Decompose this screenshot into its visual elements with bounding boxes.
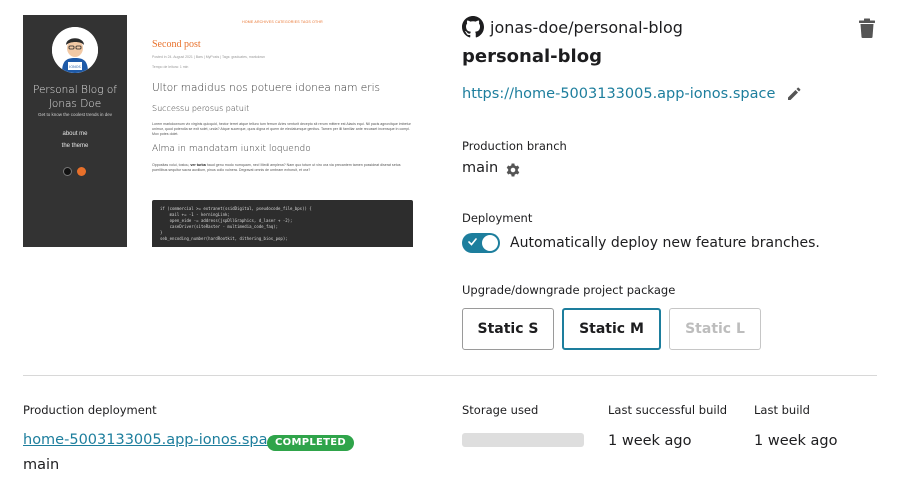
last-successful-build-value: 1 week ago <box>608 433 692 449</box>
site-preview-thumbnail[interactable]: IONOS Personal Blog of Jonas Doe Get to … <box>23 15 438 247</box>
preview-post-content: Second post Posted in 24. August 2021 | … <box>152 39 414 173</box>
preview-top-nav: HOME ARCHIVES CATEGORIES TAGS OTHR <box>242 20 323 24</box>
gear-icon[interactable] <box>505 162 521 178</box>
production-deployment-branch: main <box>23 457 60 473</box>
preview-heading-2: Successu perosus patuit <box>152 104 250 113</box>
preview-social-icons <box>63 167 86 176</box>
project-url-row: https://home-5003133005.app-ionos.space <box>462 86 802 102</box>
preview-paragraph-1: Lorem markdownum vix virginis quicquid, … <box>152 122 411 136</box>
repository-link[interactable]: jonas-doe/personal-blog <box>462 15 683 39</box>
preview-avatar: IONOS <box>52 27 98 73</box>
toggle-knob <box>482 235 498 251</box>
pencil-icon[interactable] <box>786 86 802 102</box>
production-branch-label: Production branch <box>462 139 567 153</box>
status-badge: COMPLETED <box>267 435 354 451</box>
preview-post-title: Second post <box>152 39 201 50</box>
preview-paragraph-2: Oppositas volui, tostou, ver turba haud … <box>152 163 401 172</box>
preview-nav-theme: the theme <box>61 143 89 149</box>
project-title: personal-blog <box>462 46 602 67</box>
preview-sidebar: IONOS Personal Blog of Jonas Doe Get to … <box>23 15 127 247</box>
deployment-label: Deployment <box>462 211 533 225</box>
preview-github-icon <box>63 167 72 176</box>
preview-code-block: if (commercial >= extranet(ssidDigital, … <box>152 200 413 247</box>
last-build-value: 1 week ago <box>754 433 838 449</box>
package-label: Upgrade/downgrade project package <box>462 283 676 297</box>
section-divider <box>23 375 877 376</box>
auto-deploy-text: Automatically deploy new feature branche… <box>510 235 820 251</box>
preview-blog-title: Personal Blog of Jonas Doe <box>33 84 117 110</box>
preview-post-meta: Posted in 24. August 2021 | Bars | MyPos… <box>152 55 265 59</box>
storage-used-label: Storage used <box>462 403 539 417</box>
package-static-m-button[interactable]: Static M <box>562 308 661 350</box>
auto-deploy-toggle[interactable] <box>462 233 500 253</box>
storage-usage-bar <box>462 433 584 447</box>
github-icon <box>462 16 484 38</box>
preview-nav-about: about me <box>62 131 88 137</box>
check-icon <box>468 238 477 246</box>
repository-name: jonas-doe/personal-blog <box>490 17 683 37</box>
package-static-l-button: Static L <box>669 308 761 350</box>
preview-heading-3: Alma in mandatam iunxit loquendo <box>152 144 311 154</box>
production-branch-value: main <box>462 160 499 176</box>
preview-tagline: Get to know the coolest trends in dev <box>37 112 113 117</box>
preview-heading-1: Ultor madidus nos potuere idonea nam eri… <box>152 82 380 94</box>
production-deployment-link[interactable]: home-5003133005.app-ionos.space <box>23 432 284 448</box>
last-successful-build-label: Last successful build <box>608 403 728 417</box>
preview-avatar-badge: IONOS <box>69 65 81 69</box>
package-static-s-button[interactable]: Static S <box>462 308 554 350</box>
last-build-label: Last build <box>754 403 810 417</box>
preview-read-time: Tempo de leitura: 1 min <box>152 65 189 69</box>
project-url-link[interactable]: https://home-5003133005.app-ionos.space <box>462 86 775 102</box>
trash-icon[interactable] <box>858 18 876 38</box>
production-deployment-label: Production deployment <box>23 403 157 417</box>
preview-rss-icon <box>77 167 86 176</box>
